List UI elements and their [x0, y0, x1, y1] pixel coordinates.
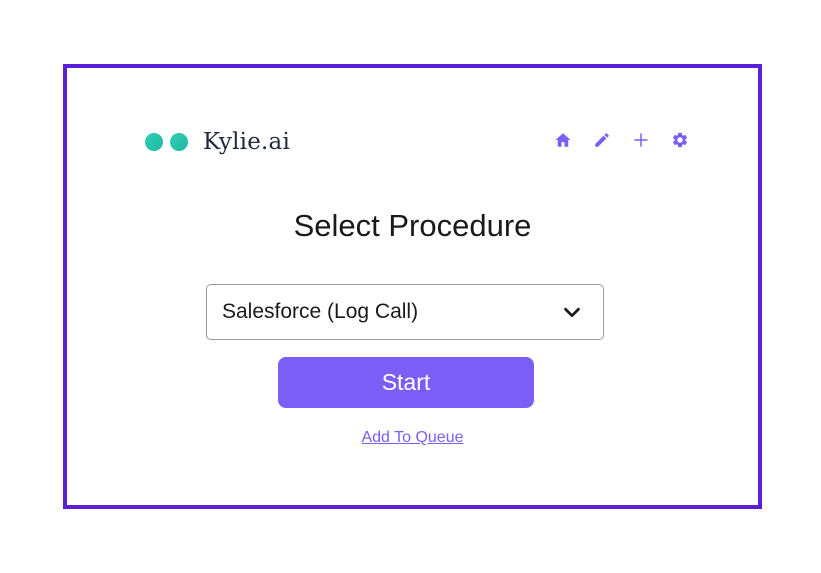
add-to-queue-link[interactable]: Add To Queue	[67, 429, 758, 447]
header-nav	[534, 130, 690, 150]
logo: Kylie.ai	[145, 129, 290, 155]
procedure-select-value: Salesforce (Log Call)	[222, 300, 419, 323]
logo-dot	[145, 133, 163, 151]
app-name: Kylie.ai	[203, 129, 291, 155]
home-icon[interactable]	[553, 130, 573, 150]
pencil-icon[interactable]	[592, 130, 612, 150]
app-window: Kylie.ai Select Procedure Salesforce (Lo…	[63, 64, 762, 509]
logo-dot	[170, 133, 188, 151]
plus-icon[interactable]	[631, 130, 651, 150]
start-button[interactable]: Start	[278, 357, 534, 408]
gear-icon[interactable]	[670, 130, 690, 150]
procedure-select[interactable]: Salesforce (Log Call)	[206, 284, 604, 340]
chevron-down-icon	[561, 301, 583, 323]
page-title: Select Procedure	[293, 208, 532, 243]
